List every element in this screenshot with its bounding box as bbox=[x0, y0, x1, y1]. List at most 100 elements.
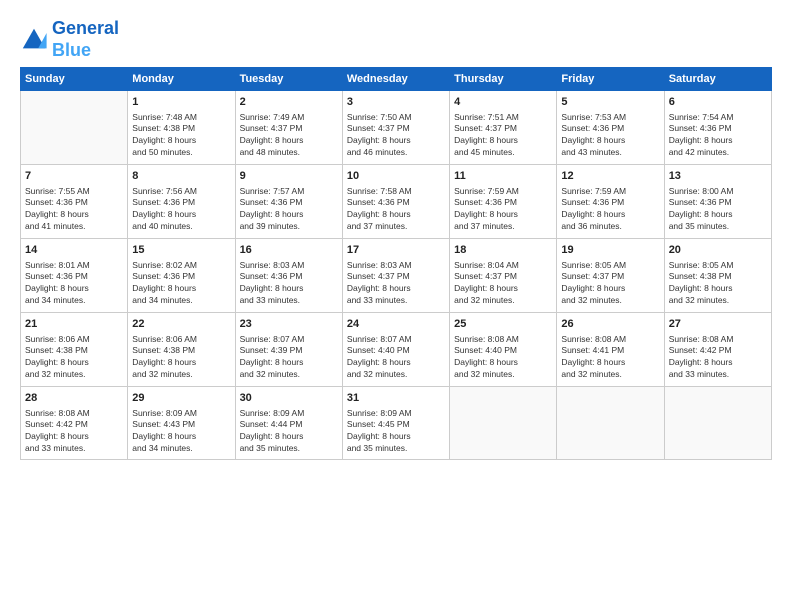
day-info-line: Daylight: 8 hours bbox=[240, 357, 338, 369]
day-number: 11 bbox=[454, 169, 552, 184]
calendar-cell: 5Sunrise: 7:53 AMSunset: 4:36 PMDaylight… bbox=[557, 91, 664, 165]
day-info-line: and 32 minutes. bbox=[454, 295, 552, 307]
day-info-line: Sunset: 4:38 PM bbox=[132, 123, 230, 135]
day-info-line: Sunrise: 8:07 AM bbox=[347, 334, 445, 346]
calendar-cell: 15Sunrise: 8:02 AMSunset: 4:36 PMDayligh… bbox=[128, 239, 235, 313]
calendar-cell: 27Sunrise: 8:08 AMSunset: 4:42 PMDayligh… bbox=[664, 313, 771, 387]
weekday-sunday: Sunday bbox=[21, 68, 128, 91]
day-number: 24 bbox=[347, 317, 445, 332]
day-info-line: and 32 minutes. bbox=[454, 369, 552, 381]
calendar-cell: 8Sunrise: 7:56 AMSunset: 4:36 PMDaylight… bbox=[128, 165, 235, 239]
day-info-line: Daylight: 8 hours bbox=[669, 357, 767, 369]
calendar-cell: 2Sunrise: 7:49 AMSunset: 4:37 PMDaylight… bbox=[235, 91, 342, 165]
calendar-cell: 16Sunrise: 8:03 AMSunset: 4:36 PMDayligh… bbox=[235, 239, 342, 313]
day-info-line: Sunset: 4:36 PM bbox=[25, 271, 123, 283]
day-info-line: Daylight: 8 hours bbox=[347, 135, 445, 147]
day-info-line: Sunrise: 8:09 AM bbox=[132, 408, 230, 420]
day-info-line: and 32 minutes. bbox=[347, 369, 445, 381]
day-info-line: Sunset: 4:37 PM bbox=[347, 271, 445, 283]
day-info-line: Sunset: 4:44 PM bbox=[240, 419, 338, 431]
day-number: 9 bbox=[240, 169, 338, 184]
day-info-line: Daylight: 8 hours bbox=[25, 431, 123, 443]
day-info-line: Sunset: 4:36 PM bbox=[561, 123, 659, 135]
day-info-line: Sunrise: 8:05 AM bbox=[561, 260, 659, 272]
day-info-line: Daylight: 8 hours bbox=[561, 283, 659, 295]
calendar-cell: 6Sunrise: 7:54 AMSunset: 4:36 PMDaylight… bbox=[664, 91, 771, 165]
day-info-line: Daylight: 8 hours bbox=[132, 431, 230, 443]
calendar-cell: 21Sunrise: 8:06 AMSunset: 4:38 PMDayligh… bbox=[21, 313, 128, 387]
day-info-line: Daylight: 8 hours bbox=[132, 135, 230, 147]
day-info-line: Sunrise: 7:59 AM bbox=[454, 186, 552, 198]
calendar-cell: 23Sunrise: 8:07 AMSunset: 4:39 PMDayligh… bbox=[235, 313, 342, 387]
weekday-thursday: Thursday bbox=[450, 68, 557, 91]
logo: General Blue bbox=[20, 18, 119, 61]
day-info-line: Sunrise: 8:08 AM bbox=[561, 334, 659, 346]
day-number: 31 bbox=[347, 391, 445, 406]
calendar-body: 1Sunrise: 7:48 AMSunset: 4:38 PMDaylight… bbox=[21, 91, 772, 460]
day-info-line: Sunset: 4:36 PM bbox=[454, 197, 552, 209]
day-info-line: and 32 minutes. bbox=[132, 369, 230, 381]
day-info-line: and 33 minutes. bbox=[25, 443, 123, 455]
day-info-line: Sunset: 4:37 PM bbox=[240, 123, 338, 135]
day-number: 19 bbox=[561, 243, 659, 258]
day-number: 28 bbox=[25, 391, 123, 406]
day-info-line: Sunset: 4:36 PM bbox=[561, 197, 659, 209]
header: General Blue bbox=[20, 18, 772, 61]
weekday-monday: Monday bbox=[128, 68, 235, 91]
calendar-table: SundayMondayTuesdayWednesdayThursdayFrid… bbox=[20, 67, 772, 460]
day-info-line: Daylight: 8 hours bbox=[454, 135, 552, 147]
day-info-line: Sunset: 4:40 PM bbox=[454, 345, 552, 357]
day-info-line: and 37 minutes. bbox=[454, 221, 552, 233]
weekday-wednesday: Wednesday bbox=[342, 68, 449, 91]
day-info-line: Sunrise: 7:49 AM bbox=[240, 112, 338, 124]
day-info-line: Daylight: 8 hours bbox=[347, 357, 445, 369]
day-number: 14 bbox=[25, 243, 123, 258]
calendar-page: General Blue SundayMondayTuesdayWednesda… bbox=[0, 0, 792, 612]
calendar-cell: 20Sunrise: 8:05 AMSunset: 4:38 PMDayligh… bbox=[664, 239, 771, 313]
day-info-line: Sunrise: 8:06 AM bbox=[132, 334, 230, 346]
day-number: 7 bbox=[25, 169, 123, 184]
day-number: 8 bbox=[132, 169, 230, 184]
day-info-line: Daylight: 8 hours bbox=[454, 357, 552, 369]
calendar-cell: 11Sunrise: 7:59 AMSunset: 4:36 PMDayligh… bbox=[450, 165, 557, 239]
calendar-week-5: 28Sunrise: 8:08 AMSunset: 4:42 PMDayligh… bbox=[21, 387, 772, 460]
day-info-line: and 35 minutes. bbox=[669, 221, 767, 233]
day-info-line: Sunrise: 7:48 AM bbox=[132, 112, 230, 124]
day-number: 6 bbox=[669, 95, 767, 110]
calendar-cell: 14Sunrise: 8:01 AMSunset: 4:36 PMDayligh… bbox=[21, 239, 128, 313]
day-info-line: and 32 minutes. bbox=[561, 369, 659, 381]
calendar-cell: 4Sunrise: 7:51 AMSunset: 4:37 PMDaylight… bbox=[450, 91, 557, 165]
calendar-cell: 18Sunrise: 8:04 AMSunset: 4:37 PMDayligh… bbox=[450, 239, 557, 313]
day-info-line: Sunset: 4:39 PM bbox=[240, 345, 338, 357]
day-info-line: Sunset: 4:38 PM bbox=[669, 271, 767, 283]
calendar-cell: 1Sunrise: 7:48 AMSunset: 4:38 PMDaylight… bbox=[128, 91, 235, 165]
day-info-line: and 36 minutes. bbox=[561, 221, 659, 233]
calendar-cell: 13Sunrise: 8:00 AMSunset: 4:36 PMDayligh… bbox=[664, 165, 771, 239]
day-info-line: Sunrise: 8:07 AM bbox=[240, 334, 338, 346]
day-number: 18 bbox=[454, 243, 552, 258]
day-info-line: and 33 minutes. bbox=[347, 295, 445, 307]
calendar-cell: 29Sunrise: 8:09 AMSunset: 4:43 PMDayligh… bbox=[128, 387, 235, 460]
calendar-week-2: 7Sunrise: 7:55 AMSunset: 4:36 PMDaylight… bbox=[21, 165, 772, 239]
day-info-line: Daylight: 8 hours bbox=[240, 431, 338, 443]
weekday-header-row: SundayMondayTuesdayWednesdayThursdayFrid… bbox=[21, 68, 772, 91]
calendar-cell: 12Sunrise: 7:59 AMSunset: 4:36 PMDayligh… bbox=[557, 165, 664, 239]
day-info-line: Sunrise: 7:51 AM bbox=[454, 112, 552, 124]
day-info-line: Daylight: 8 hours bbox=[669, 209, 767, 221]
day-info-line: Sunset: 4:43 PM bbox=[132, 419, 230, 431]
calendar-cell bbox=[450, 387, 557, 460]
day-info-line: and 34 minutes. bbox=[132, 295, 230, 307]
day-info-line: and 35 minutes. bbox=[347, 443, 445, 455]
weekday-tuesday: Tuesday bbox=[235, 68, 342, 91]
day-info-line: and 48 minutes. bbox=[240, 147, 338, 159]
day-info-line: Sunrise: 7:56 AM bbox=[132, 186, 230, 198]
calendar-cell: 28Sunrise: 8:08 AMSunset: 4:42 PMDayligh… bbox=[21, 387, 128, 460]
day-number: 26 bbox=[561, 317, 659, 332]
day-info-line: Daylight: 8 hours bbox=[561, 357, 659, 369]
day-info-line: Daylight: 8 hours bbox=[240, 209, 338, 221]
day-info-line: Sunset: 4:42 PM bbox=[669, 345, 767, 357]
day-info-line: and 50 minutes. bbox=[132, 147, 230, 159]
day-info-line: Sunrise: 8:03 AM bbox=[347, 260, 445, 272]
day-number: 10 bbox=[347, 169, 445, 184]
day-info-line: Sunset: 4:36 PM bbox=[240, 271, 338, 283]
